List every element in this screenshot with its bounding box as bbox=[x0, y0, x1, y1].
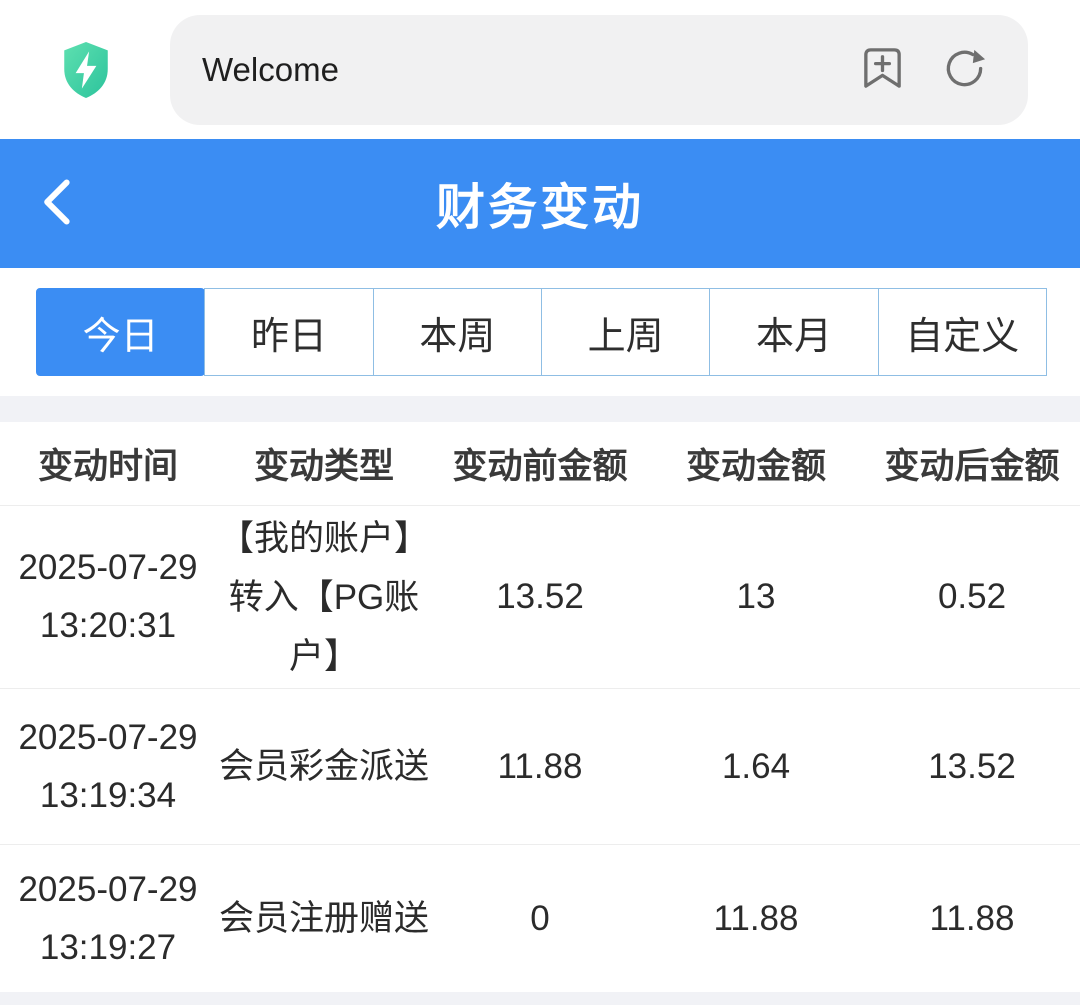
cell-after-amount: 11.88 bbox=[864, 899, 1080, 939]
date-range-tab[interactable]: 昨日 bbox=[204, 288, 373, 376]
cell-change-amount: 13 bbox=[648, 577, 864, 617]
cell-type: 【我的账户】转入【PG账户】 bbox=[216, 509, 432, 686]
cell-before-amount: 13.52 bbox=[432, 577, 648, 617]
cell-after-amount: 0.52 bbox=[864, 577, 1080, 617]
date-range-tab[interactable]: 上周 bbox=[541, 288, 710, 376]
cell-type: 会员彩金派送 bbox=[216, 737, 432, 796]
cell-change-amount: 1.64 bbox=[648, 747, 864, 787]
date-range-tab[interactable]: 自定义 bbox=[878, 288, 1047, 376]
cell-date: 2025-07-29 bbox=[0, 539, 216, 597]
section-divider bbox=[0, 396, 1080, 422]
table-row: 2025-07-29 13:20:31 【我的账户】转入【PG账户】 13.52… bbox=[0, 506, 1080, 689]
cell-before-amount: 0 bbox=[432, 899, 648, 939]
column-header: 变动金额 bbox=[648, 438, 864, 489]
column-header: 变动类型 bbox=[216, 438, 432, 489]
address-bar[interactable]: Welcome bbox=[170, 15, 1028, 125]
tab-label: 今日 bbox=[83, 305, 159, 360]
tab-label: 本周 bbox=[419, 305, 495, 360]
table-row: 2025-07-29 13:19:27 会员注册赠送 0 11.88 11.88 bbox=[0, 845, 1080, 992]
bookmark-add-button[interactable] bbox=[858, 46, 906, 94]
cell-date: 2025-07-29 bbox=[0, 709, 216, 767]
cell-date: 2025-07-29 bbox=[0, 861, 216, 919]
tab-label: 上周 bbox=[588, 305, 664, 360]
table-header: 变动时间变动类型变动前金额变动金额变动后金额 bbox=[0, 422, 1080, 506]
reload-icon bbox=[941, 45, 988, 95]
footer-divider bbox=[0, 992, 1080, 1005]
page-title: 财务变动 bbox=[436, 168, 644, 239]
column-header: 变动后金额 bbox=[864, 438, 1080, 489]
page-header: 财务变动 bbox=[0, 139, 1080, 268]
cell-after-amount: 13.52 bbox=[864, 747, 1080, 787]
cell-time: 13:19:27 bbox=[0, 919, 216, 977]
toolbar-actions bbox=[858, 46, 988, 94]
cell-before-amount: 11.88 bbox=[432, 747, 648, 787]
tab-label: 昨日 bbox=[251, 305, 327, 360]
back-button[interactable] bbox=[38, 139, 110, 268]
browser-toolbar: Welcome bbox=[0, 0, 1080, 139]
table-row: 2025-07-29 13:19:34 会员彩金派送 11.88 1.64 13… bbox=[0, 689, 1080, 845]
reload-button[interactable] bbox=[940, 46, 988, 94]
cell-change-time: 2025-07-29 13:19:27 bbox=[0, 861, 216, 977]
cell-time: 13:20:31 bbox=[0, 597, 216, 655]
tab-bar: 今日 昨日 本周 上周 本月 自定义 bbox=[36, 288, 1047, 376]
tab-label: 自定义 bbox=[905, 305, 1019, 360]
cell-time: 13:19:34 bbox=[0, 767, 216, 825]
table-body: 2025-07-29 13:20:31 【我的账户】转入【PG账户】 13.52… bbox=[0, 506, 1080, 992]
date-range-tab[interactable]: 今日 bbox=[36, 288, 205, 376]
column-header: 变动时间 bbox=[0, 438, 216, 489]
column-header: 变动前金额 bbox=[432, 438, 648, 489]
bookmark-add-icon bbox=[859, 45, 906, 95]
cell-change-time: 2025-07-29 13:19:34 bbox=[0, 709, 216, 825]
cell-change-amount: 11.88 bbox=[648, 899, 864, 939]
chevron-left-icon bbox=[38, 176, 78, 231]
cell-change-time: 2025-07-29 13:20:31 bbox=[0, 539, 216, 655]
date-range-tab[interactable]: 本周 bbox=[373, 288, 542, 376]
tab-label: 本月 bbox=[756, 305, 832, 360]
cell-type: 会员注册赠送 bbox=[216, 889, 432, 948]
address-text[interactable]: Welcome bbox=[202, 51, 858, 89]
date-range-tab[interactable]: 本月 bbox=[709, 288, 878, 376]
shield-lightning-logo-icon[interactable] bbox=[60, 41, 112, 99]
